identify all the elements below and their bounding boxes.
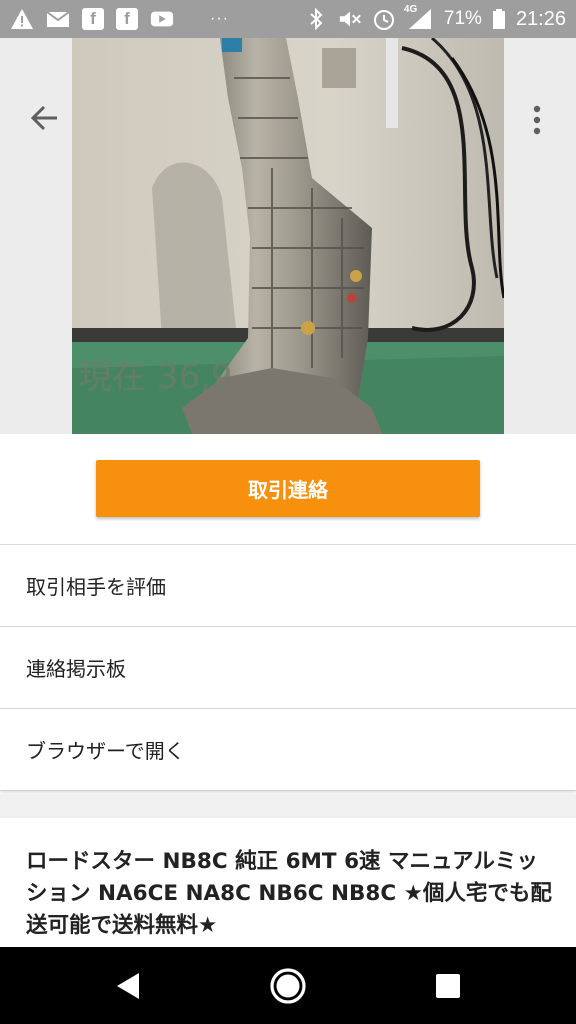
menu-item-message-board[interactable]: 連絡掲示板 <box>0 627 576 709</box>
bluetooth-icon <box>304 8 328 30</box>
notification-icons: f f ··· <box>10 8 257 30</box>
status-bar: f f ··· 4G 71% 21:26 <box>0 0 576 38</box>
action-area: 取引連絡 <box>0 434 576 544</box>
item-photo-area: 現在 36,9 <box>0 38 576 434</box>
action-menu: 取引相手を評価 連絡掲示板 ブラウザーで開く <box>0 544 576 791</box>
item-photo[interactable]: 現在 36,9 <box>72 38 504 434</box>
nav-home-button[interactable] <box>248 947 328 1024</box>
nav-recents-icon <box>436 973 460 998</box>
nav-home-icon <box>270 967 306 1004</box>
clock: 21:26 <box>515 7 566 30</box>
nav-recents-button[interactable] <box>408 947 488 1024</box>
contact-seller-button[interactable]: 取引連絡 <box>96 460 480 517</box>
more-vert-icon <box>533 105 541 135</box>
more-notifications-indicator: ··· <box>210 10 229 27</box>
item-title-card: ロードスター NB8C 純正 6MT 6速 マニュアルミッション NA6CE N… <box>0 818 576 948</box>
system-icons: 4G 71% 21:26 <box>304 4 566 31</box>
facebook-icon: f <box>116 8 138 30</box>
network-label: 4G <box>403 4 418 15</box>
section-divider <box>0 794 576 818</box>
signal-4g-icon: 4G <box>404 4 434 30</box>
youtube-icon <box>150 8 174 30</box>
price-watermark: 現在 36,9 <box>78 357 233 397</box>
mail-icon <box>46 8 70 30</box>
facebook-icon: f <box>82 8 104 30</box>
alarm-icon <box>372 8 396 30</box>
more-options-button[interactable] <box>522 100 552 140</box>
back-button[interactable] <box>26 100 62 136</box>
menu-item-open-in-browser[interactable]: ブラウザーで開く <box>0 709 576 791</box>
arrow-back-icon <box>30 105 57 131</box>
battery-percent: 71% <box>443 8 482 29</box>
nav-back-button[interactable] <box>88 947 168 1024</box>
warning-icon <box>10 8 34 30</box>
mute-icon <box>338 8 362 30</box>
item-title: ロードスター NB8C 純正 6MT 6速 マニュアルミッション NA6CE N… <box>26 849 552 938</box>
nav-back-icon <box>117 972 139 999</box>
battery-icon <box>492 8 506 30</box>
navigation-bar <box>0 947 576 1024</box>
menu-item-rate-partner[interactable]: 取引相手を評価 <box>0 545 576 627</box>
